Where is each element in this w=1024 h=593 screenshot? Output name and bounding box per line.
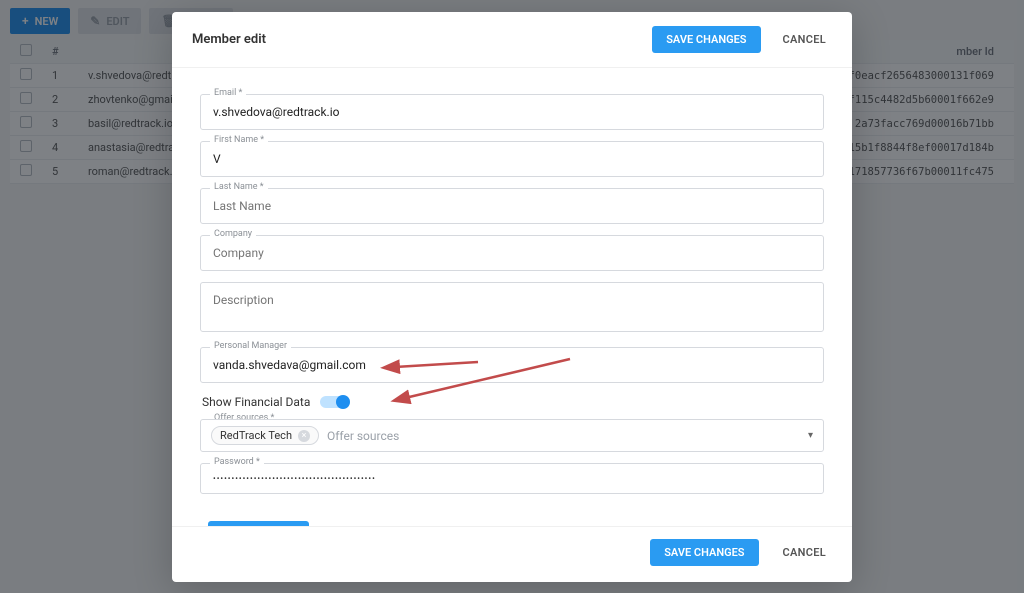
cancel-button-bottom[interactable]: CANCEL bbox=[777, 539, 832, 566]
offer-source-tag[interactable]: RedTrack Tech × bbox=[211, 426, 319, 445]
member-edit-modal: Member edit SAVE CHANGES CANCEL Email * … bbox=[172, 12, 852, 582]
show-financial-data-row: Show Financial Data bbox=[202, 395, 824, 409]
field-password: Password * bbox=[200, 463, 824, 494]
company-label: Company bbox=[210, 229, 256, 239]
password-input[interactable] bbox=[200, 463, 824, 494]
last-name-input[interactable] bbox=[200, 188, 824, 224]
field-last-name: Last Name * bbox=[200, 188, 824, 224]
last-name-label: Last Name * bbox=[210, 182, 268, 192]
modal-title: Member edit bbox=[192, 32, 266, 47]
field-company: Company bbox=[200, 235, 824, 271]
modal-overlay: Member edit SAVE CHANGES CANCEL Email * … bbox=[0, 0, 1024, 593]
email-label: Email * bbox=[210, 88, 246, 98]
first-name-input[interactable] bbox=[200, 141, 824, 177]
field-offer-sources: Offer sources * RedTrack Tech × Offer so… bbox=[200, 419, 824, 452]
remove-tag-icon[interactable]: × bbox=[298, 430, 310, 442]
field-first-name: First Name * bbox=[200, 141, 824, 177]
show-financial-data-toggle[interactable] bbox=[320, 396, 348, 408]
manager-label: Personal Manager bbox=[210, 341, 291, 351]
offer-sources-placeholder: Offer sources bbox=[327, 429, 399, 443]
chevron-down-icon[interactable]: ▾ bbox=[808, 430, 813, 441]
field-email: Email * bbox=[200, 94, 824, 130]
offer-source-tag-label: RedTrack Tech bbox=[220, 429, 292, 442]
save-button-bottom[interactable]: SAVE CHANGES bbox=[650, 539, 758, 566]
manager-input[interactable] bbox=[200, 347, 824, 383]
offer-sources-input[interactable]: RedTrack Tech × Offer sources ▾ bbox=[200, 419, 824, 452]
save-button-top[interactable]: SAVE CHANGES bbox=[652, 26, 760, 53]
description-input[interactable] bbox=[200, 282, 824, 332]
cancel-button-top[interactable]: CANCEL bbox=[777, 32, 832, 47]
field-personal-manager: Personal Manager bbox=[200, 347, 824, 383]
password-label: Password * bbox=[210, 457, 264, 467]
show-financial-data-label: Show Financial Data bbox=[202, 395, 310, 409]
field-description bbox=[200, 282, 824, 336]
company-input[interactable] bbox=[200, 235, 824, 271]
first-name-label: First Name * bbox=[210, 135, 268, 145]
email-input[interactable] bbox=[200, 94, 824, 130]
